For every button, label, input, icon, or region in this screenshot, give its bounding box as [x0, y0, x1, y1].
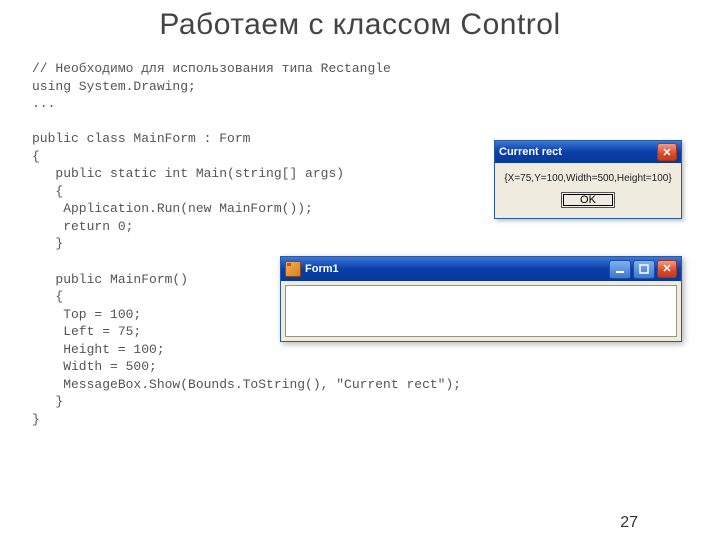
messagebox-title: Current rect [499, 146, 562, 158]
maximize-button[interactable] [633, 260, 655, 279]
code-listing: // Необходимо для использования типа Rec… [32, 60, 720, 428]
minimize-button[interactable] [609, 260, 631, 279]
close-icon: ✕ [662, 262, 671, 275]
page-number: 27 [620, 514, 638, 532]
slide-title: Работаем с классом Control [0, 8, 720, 42]
form-client-area [285, 285, 677, 337]
form-title: Form1 [305, 263, 339, 275]
form-close-button[interactable]: ✕ [657, 260, 677, 278]
form-titlebar: Form1 ✕ [281, 257, 681, 281]
close-button[interactable]: ✕ [657, 143, 677, 161]
maximize-icon [639, 264, 649, 274]
close-icon: ✕ [662, 146, 671, 159]
ok-button[interactable]: OK [561, 192, 615, 208]
messagebox-body: {X=75,Y=100,Width=500,Height=100} OK [495, 163, 681, 218]
messagebox-titlebar: Current rect ✕ [495, 141, 681, 163]
form-window: Form1 ✕ [280, 256, 682, 342]
form-icon [285, 261, 301, 277]
minimize-icon [615, 264, 625, 274]
window-controls: ✕ [609, 260, 677, 279]
messagebox-window: Current rect ✕ {X=75,Y=100,Width=500,Hei… [494, 140, 682, 219]
messagebox-text: {X=75,Y=100,Width=500,Height=100} [501, 173, 675, 184]
